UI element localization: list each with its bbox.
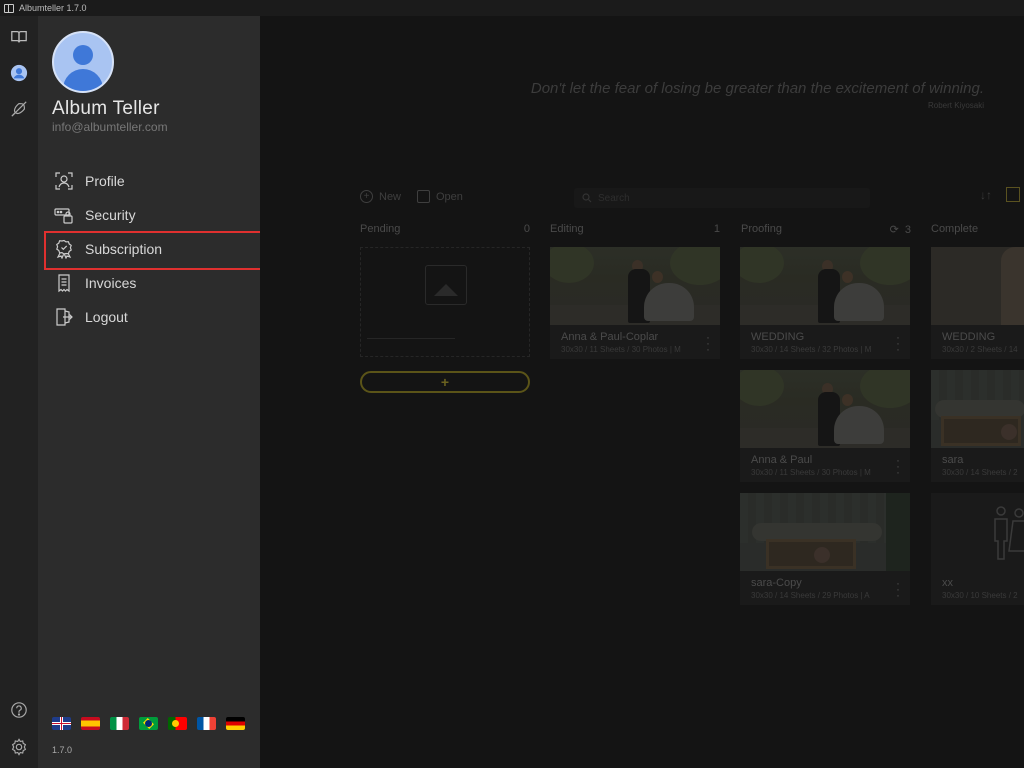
sync-icon[interactable]: ⟳ xyxy=(890,223,899,236)
icon-rail xyxy=(0,16,38,768)
column-complete: Complete xyxy=(931,223,979,235)
menu-item-subscription[interactable]: Subscription xyxy=(54,236,254,262)
search-input[interactable]: Search xyxy=(574,188,870,208)
plus-icon: + xyxy=(360,190,373,203)
title-bar: Albumteller 1.7.0 xyxy=(0,0,1024,16)
security-lock-icon xyxy=(54,208,73,224)
flag-italy-icon[interactable] xyxy=(110,717,129,730)
more-options-icon[interactable]: · · · xyxy=(896,331,900,355)
view-toggle-icon[interactable] xyxy=(1006,187,1020,202)
menu-item-label: Subscription xyxy=(85,241,163,257)
new-button[interactable]: + New xyxy=(360,190,401,203)
flag-uk-icon[interactable] xyxy=(52,717,71,730)
app-version: 1.7.0 xyxy=(52,745,73,755)
avatar[interactable] xyxy=(52,31,114,93)
language-selector xyxy=(52,717,245,730)
help-icon[interactable] xyxy=(8,699,30,721)
album-card[interactable]: Anna & Paul 30x30 / 11 Sheets / 30 Photo… xyxy=(740,370,910,482)
flag-spain-icon[interactable] xyxy=(81,717,100,730)
image-placeholder-icon xyxy=(425,265,467,305)
menu-item-label: Logout xyxy=(85,309,128,325)
album-thumbnail xyxy=(931,370,1024,448)
search-icon xyxy=(582,193,592,203)
user-account-icon[interactable] xyxy=(8,62,30,84)
award-badge-icon xyxy=(56,239,72,259)
rocket-off-icon[interactable] xyxy=(8,98,30,120)
menu-item-profile[interactable]: Profile xyxy=(54,168,254,194)
album-card[interactable]: WEDDING 30x30 / 2 Sheets / 14 xyxy=(931,247,1024,359)
album-card[interactable]: WEDDING 30x30 / 14 Sheets / 32 Photos | … xyxy=(740,247,910,359)
menu-item-label: Invoices xyxy=(85,275,137,291)
window-title: Albumteller 1.7.0 xyxy=(19,3,87,13)
menu-item-logout[interactable]: Logout xyxy=(54,304,254,330)
quote-text: Don't let the fear of losing be greater … xyxy=(530,80,984,97)
logout-door-icon xyxy=(56,308,73,326)
album-thumbnail xyxy=(550,247,720,325)
album-book-icon[interactable] xyxy=(8,26,30,48)
flag-france-icon[interactable] xyxy=(197,717,216,730)
album-card[interactable]: sara-Copy 30x30 / 14 Sheets / 29 Photos … xyxy=(740,493,910,605)
folder-open-icon xyxy=(417,190,430,203)
add-album-button[interactable]: + xyxy=(360,371,530,393)
column-proofing: Proofing ⟳ 3 xyxy=(741,223,911,236)
app-logo-icon xyxy=(4,3,14,13)
user-email: info@albumteller.com xyxy=(52,120,168,134)
invoice-document-icon xyxy=(58,274,70,293)
column-editing: Editing 1 xyxy=(550,223,720,235)
settings-gear-icon[interactable] xyxy=(8,736,30,758)
account-panel: Album Teller info@albumteller.com Profil… xyxy=(38,16,260,768)
user-name: Album Teller xyxy=(52,98,160,119)
column-pending: Pending 0 xyxy=(360,223,530,235)
menu-item-security[interactable]: Security xyxy=(54,202,254,228)
face-scan-icon xyxy=(55,172,73,190)
quote-author: Robert Kiyosaki xyxy=(927,101,984,110)
more-options-icon[interactable]: · · · xyxy=(896,577,900,601)
menu-item-label: Profile xyxy=(85,173,125,189)
album-card[interactable]: xx 30x30 / 10 Sheets / 2 xyxy=(931,493,1024,605)
flag-brazil-icon[interactable] xyxy=(139,717,158,730)
flag-portugal-icon[interactable] xyxy=(168,717,187,730)
sort-icon[interactable]: ↓↑ xyxy=(980,188,992,202)
album-thumbnail xyxy=(931,493,1024,571)
album-card[interactable]: sara 30x30 / 14 Sheets / 2 xyxy=(931,370,1024,482)
album-thumbnail xyxy=(931,247,1024,325)
album-thumbnail xyxy=(740,493,910,571)
pending-dropzone[interactable] xyxy=(360,247,530,357)
more-options-icon[interactable]: · · · xyxy=(706,331,710,355)
album-thumbnail xyxy=(740,247,910,325)
album-thumbnail xyxy=(740,370,910,448)
board-area: Don't let the fear of losing be greater … xyxy=(260,16,1024,768)
menu-item-invoices[interactable]: Invoices xyxy=(54,270,254,296)
flag-germany-icon[interactable] xyxy=(226,717,245,730)
more-options-icon[interactable]: · · · xyxy=(896,454,900,478)
menu-item-label: Security xyxy=(85,207,136,223)
album-card[interactable]: Anna & Paul-Coplar 30x30 / 11 Sheets / 3… xyxy=(550,247,720,359)
open-button[interactable]: Open xyxy=(417,190,463,203)
